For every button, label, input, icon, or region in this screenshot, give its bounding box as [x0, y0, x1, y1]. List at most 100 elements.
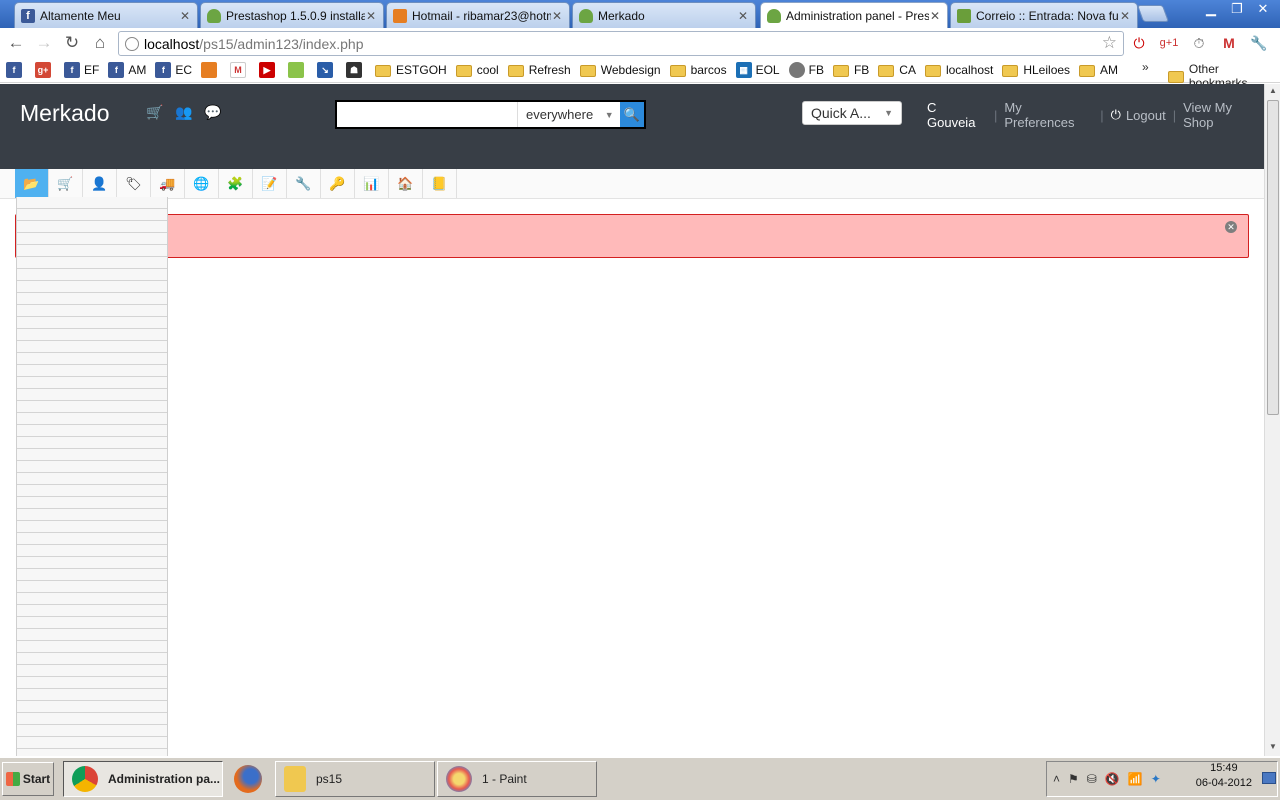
bookmark[interactable]: ▶	[259, 62, 279, 78]
tab-notes[interactable]: 📒	[423, 169, 457, 198]
tab-advanced-parameters[interactable]: 🔧	[287, 169, 321, 198]
submenu-row[interactable]	[17, 221, 167, 233]
submenu-row[interactable]	[17, 209, 167, 221]
submenu-row[interactable]	[17, 329, 167, 341]
dropbox-icon[interactable]: ✦	[1151, 772, 1161, 786]
submenu-row[interactable]	[17, 197, 167, 209]
bookmark[interactable]: ↘	[317, 62, 337, 78]
submenu-row[interactable]	[17, 317, 167, 329]
bookmark[interactable]: FB	[788, 62, 824, 78]
new-tab-button[interactable]	[1136, 5, 1170, 22]
bookmark[interactable]: M	[230, 62, 250, 78]
submenu-row[interactable]	[17, 389, 167, 401]
close-icon[interactable]: ✕	[551, 9, 563, 23]
action-center-flag-icon[interactable]: ⚑	[1068, 772, 1079, 786]
tab-orders[interactable]: 🛒	[49, 169, 83, 198]
submenu-row[interactable]	[17, 713, 167, 725]
submenu-row[interactable]	[17, 497, 167, 509]
submenu-row[interactable]	[17, 509, 167, 521]
my-preferences-link[interactable]: My Preferences	[1004, 100, 1093, 130]
google-plus-one-icon[interactable]: g+1	[1158, 32, 1180, 54]
browser-tab[interactable]: Prestashop 1.5.0.9 installatio ✕	[200, 2, 384, 28]
bookmark-folder[interactable]: cool	[455, 63, 499, 77]
tab-price-rules[interactable]: 🏷	[117, 169, 151, 198]
volume-muted-icon[interactable]: 🔇	[1105, 772, 1120, 786]
close-icon[interactable]: ✕	[737, 9, 749, 23]
bookmark[interactable]	[288, 62, 308, 78]
tab-customers[interactable]: 👤	[83, 169, 117, 198]
logout-link[interactable]: Logout	[1126, 108, 1166, 123]
close-window-icon[interactable]: ✕	[1250, 0, 1276, 18]
bookmark-folder[interactable]: HLeiloes	[1002, 63, 1070, 77]
close-icon[interactable]: ✕	[929, 9, 941, 23]
submenu-row[interactable]	[17, 377, 167, 389]
start-button[interactable]: Start	[2, 762, 54, 796]
submenu-row[interactable]	[17, 257, 167, 269]
browser-tab[interactable]: f Altamente Meu ✕	[14, 2, 198, 28]
shop-name[interactable]: Merkado	[20, 100, 109, 127]
submenu-row[interactable]	[17, 533, 167, 545]
search-scope-select[interactable]: everywhere ▼	[517, 102, 620, 127]
bookmark-folder[interactable]: barcos	[669, 63, 727, 77]
scrollbar-thumb[interactable]	[1267, 100, 1279, 415]
quick-access-select[interactable]: Quick A... ▼	[802, 101, 902, 125]
scroll-down-arrow-icon[interactable]: ▼	[1267, 742, 1279, 754]
submenu-row[interactable]	[17, 437, 167, 449]
browser-tab[interactable]: Merkado ✕	[572, 2, 756, 28]
close-icon[interactable]: ✕	[365, 9, 377, 23]
browser-tab[interactable]: Hotmail - ribamar23@hotmail. ✕	[386, 2, 570, 28]
address-bar[interactable]: localhost /ps15/admin123/index.php ☆	[118, 31, 1124, 56]
search-button[interactable]: 🔍	[619, 102, 644, 127]
taskbar-item-paint[interactable]: 1 - Paint	[437, 761, 597, 797]
bookmark-folder[interactable]: CA	[878, 63, 916, 77]
submenu-row[interactable]	[17, 233, 167, 245]
show-desktop-icon[interactable]	[1262, 772, 1276, 784]
close-icon[interactable]: ✕	[1119, 9, 1131, 23]
tab-administration[interactable]: 🔑	[321, 169, 355, 198]
tab-modules[interactable]: 🧩	[219, 169, 253, 198]
bookmark[interactable]: ▦ EOL	[735, 62, 780, 78]
submenu-row[interactable]	[17, 365, 167, 377]
bookmark[interactable]: f EF	[64, 62, 99, 78]
bookmark-star-icon[interactable]: ☆	[1102, 33, 1117, 53]
submenu-row[interactable]	[17, 521, 167, 533]
forward-arrow-icon[interactable]: →	[30, 33, 58, 53]
restore-icon[interactable]: ❐	[1224, 0, 1250, 18]
customer-icon[interactable]: 👥	[175, 104, 193, 121]
submenu-row[interactable]	[17, 425, 167, 437]
adblock-icon[interactable]: ⏻	[1128, 32, 1150, 54]
bookmark-folder[interactable]: Webdesign	[579, 63, 661, 77]
bookmark[interactable]: ☗	[346, 62, 366, 78]
submenu-row[interactable]	[17, 557, 167, 569]
submenu-row[interactable]	[17, 413, 167, 425]
firefox-quicklaunch[interactable]	[230, 762, 266, 796]
submenu-row[interactable]	[17, 461, 167, 473]
bookmark[interactable]: f AM	[108, 62, 146, 78]
scroll-up-arrow-icon[interactable]: ▲	[1267, 86, 1279, 98]
submenu-row[interactable]	[17, 473, 167, 485]
bookmark-folder[interactable]: localhost	[924, 63, 993, 77]
tab-shipping[interactable]: 🚚	[151, 169, 185, 198]
submenu-row[interactable]	[17, 569, 167, 581]
submenu-row[interactable]	[17, 689, 167, 701]
submenu-row[interactable]	[17, 245, 167, 257]
tab-preferences[interactable]: 📝	[253, 169, 287, 198]
close-alert-icon[interactable]: ✕	[1225, 221, 1237, 233]
submenu-row[interactable]	[17, 305, 167, 317]
submenu-row[interactable]	[17, 449, 167, 461]
submenu-row[interactable]	[17, 593, 167, 605]
show-hidden-icons[interactable]: ˄	[1053, 772, 1060, 786]
submenu-row[interactable]	[17, 353, 167, 365]
wrench-menu-icon[interactable]: 🔧	[1248, 32, 1270, 54]
bookmark[interactable]: f EC	[155, 62, 192, 78]
submenu-row[interactable]	[17, 581, 167, 593]
submenu-row[interactable]	[17, 701, 167, 713]
search-input[interactable]	[337, 102, 517, 127]
submenu-row[interactable]	[17, 485, 167, 497]
home-icon[interactable]: ⌂	[86, 33, 114, 53]
bookmark[interactable]: f	[6, 62, 26, 78]
tab-localization[interactable]: 🌐	[185, 169, 219, 198]
minimize-icon[interactable]: ▁	[1198, 0, 1224, 18]
back-arrow-icon[interactable]: ←	[2, 33, 30, 53]
submenu-row[interactable]	[17, 641, 167, 653]
